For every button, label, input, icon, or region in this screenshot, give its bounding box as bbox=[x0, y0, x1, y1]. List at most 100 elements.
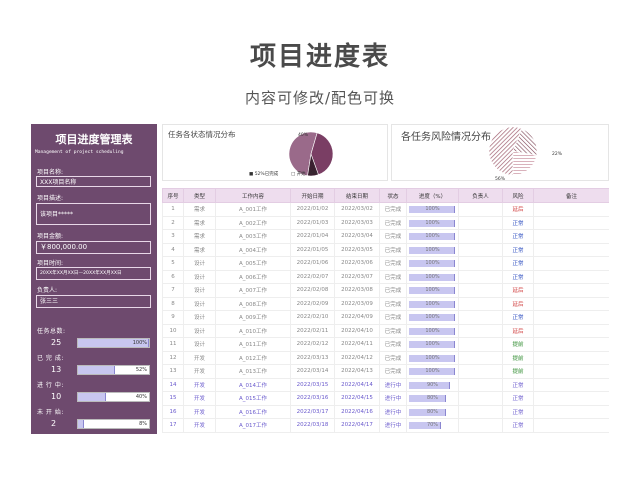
cell-start[interactable]: 2022/02/09 bbox=[290, 296, 335, 311]
table-row[interactable]: 1 需求 A_001工作 2022/01/02 2022/03/02 已完成 100% 延后 bbox=[162, 202, 609, 217]
cell-type[interactable]: 开发 bbox=[183, 350, 216, 365]
cell-type[interactable]: 需求 bbox=[183, 242, 216, 257]
cell-type[interactable]: 开发 bbox=[183, 418, 216, 433]
cell-no[interactable]: 2 bbox=[162, 215, 184, 230]
cell-content[interactable]: A_017工作 bbox=[215, 418, 291, 433]
table-row[interactable]: 9 设计 A_009工作 2022/02/10 2022/04/09 已完成 100% 正常 bbox=[162, 310, 609, 325]
owner-field[interactable]: 张三三 bbox=[36, 295, 151, 308]
cell-end[interactable]: 2022/03/08 bbox=[334, 283, 380, 298]
table-row[interactable]: 6 设计 A_006工作 2022/02/07 2022/03/07 已完成 100% 正常 bbox=[162, 269, 609, 284]
cell-owner[interactable] bbox=[458, 350, 503, 365]
cell-note[interactable] bbox=[533, 391, 609, 406]
cell-note[interactable] bbox=[533, 418, 609, 433]
cell-status[interactable]: 进行中 bbox=[379, 418, 407, 433]
table-row[interactable]: 10 设计 A_010工作 2022/02/11 2022/04/10 已完成 100% 延后 bbox=[162, 323, 609, 338]
cell-no[interactable]: 16 bbox=[162, 404, 184, 419]
cell-progress[interactable]: 100% bbox=[406, 296, 459, 311]
cell-type[interactable]: 开发 bbox=[183, 404, 216, 419]
cell-no[interactable]: 8 bbox=[162, 296, 184, 311]
cell-start[interactable]: 2022/03/15 bbox=[290, 377, 335, 392]
cell-progress[interactable]: 80% bbox=[406, 391, 459, 406]
cell-start[interactable]: 2022/02/08 bbox=[290, 283, 335, 298]
cell-status[interactable]: 已完成 bbox=[379, 242, 407, 257]
table-row[interactable]: 12 开发 A_012工作 2022/03/13 2022/04/12 已完成 100% 提前 bbox=[162, 350, 609, 365]
cell-type[interactable]: 开发 bbox=[183, 364, 216, 379]
cell-note[interactable] bbox=[533, 269, 609, 284]
cell-status[interactable]: 进行中 bbox=[379, 377, 407, 392]
cell-no[interactable]: 11 bbox=[162, 337, 184, 352]
cell-risk[interactable]: 提前 bbox=[502, 337, 534, 352]
cell-progress[interactable]: 90% bbox=[406, 377, 459, 392]
col-header[interactable]: 工作内容 bbox=[215, 188, 291, 203]
cell-owner[interactable] bbox=[458, 296, 503, 311]
table-row[interactable]: 13 开发 A_013工作 2022/03/14 2022/04/13 已完成 100% 提前 bbox=[162, 364, 609, 379]
project-time-field[interactable]: 20XX年XX月XX日—20XX年XX月XX日 bbox=[36, 267, 151, 280]
cell-owner[interactable] bbox=[458, 377, 503, 392]
cell-start[interactable]: 2022/03/14 bbox=[290, 364, 335, 379]
cell-status[interactable]: 已完成 bbox=[379, 256, 407, 271]
cell-note[interactable] bbox=[533, 323, 609, 338]
cell-owner[interactable] bbox=[458, 283, 503, 298]
cell-progress[interactable]: 70% bbox=[406, 418, 459, 433]
cell-status[interactable]: 进行中 bbox=[379, 404, 407, 419]
cell-content[interactable]: A_002工作 bbox=[215, 215, 291, 230]
cell-note[interactable] bbox=[533, 377, 609, 392]
cell-no[interactable]: 14 bbox=[162, 377, 184, 392]
cell-end[interactable]: 2022/03/04 bbox=[334, 229, 380, 244]
col-header[interactable]: 风险 bbox=[502, 188, 534, 203]
cell-risk[interactable]: 延后 bbox=[502, 202, 534, 217]
cell-progress[interactable]: 100% bbox=[406, 337, 459, 352]
cell-end[interactable]: 2022/04/17 bbox=[334, 418, 380, 433]
project-desc-field[interactable]: 该项目***** bbox=[36, 203, 151, 225]
cell-progress[interactable]: 100% bbox=[406, 283, 459, 298]
cell-no[interactable]: 10 bbox=[162, 323, 184, 338]
cell-status[interactable]: 已完成 bbox=[379, 229, 407, 244]
cell-progress[interactable]: 100% bbox=[406, 350, 459, 365]
cell-owner[interactable] bbox=[458, 310, 503, 325]
cell-end[interactable]: 2022/03/02 bbox=[334, 202, 380, 217]
cell-no[interactable]: 12 bbox=[162, 350, 184, 365]
table-row[interactable]: 15 开发 A_015工作 2022/03/16 2022/04/15 进行中 80% 正常 bbox=[162, 391, 609, 406]
cell-content[interactable]: A_007工作 bbox=[215, 283, 291, 298]
cell-risk[interactable]: 正常 bbox=[502, 310, 534, 325]
cell-progress[interactable]: 100% bbox=[406, 269, 459, 284]
cell-end[interactable]: 2022/04/14 bbox=[334, 377, 380, 392]
table-row[interactable]: 16 开发 A_016工作 2022/03/17 2022/04/16 进行中 80% 正常 bbox=[162, 404, 609, 419]
cell-note[interactable] bbox=[533, 310, 609, 325]
cell-progress[interactable]: 80% bbox=[406, 404, 459, 419]
cell-note[interactable] bbox=[533, 256, 609, 271]
project-name-field[interactable]: XXX项目名称 bbox=[36, 176, 151, 187]
cell-owner[interactable] bbox=[458, 229, 503, 244]
cell-start[interactable]: 2022/03/13 bbox=[290, 350, 335, 365]
cell-end[interactable]: 2022/03/05 bbox=[334, 242, 380, 257]
cell-content[interactable]: A_005工作 bbox=[215, 256, 291, 271]
cell-status[interactable]: 已完成 bbox=[379, 310, 407, 325]
cell-end[interactable]: 2022/04/12 bbox=[334, 350, 380, 365]
cell-risk[interactable]: 延后 bbox=[502, 296, 534, 311]
cell-risk[interactable]: 延后 bbox=[502, 283, 534, 298]
cell-start[interactable]: 2022/01/02 bbox=[290, 202, 335, 217]
cell-end[interactable]: 2022/04/15 bbox=[334, 391, 380, 406]
cell-content[interactable]: A_013工作 bbox=[215, 364, 291, 379]
table-row[interactable]: 3 需求 A_003工作 2022/01/04 2022/03/04 已完成 100% 正常 bbox=[162, 229, 609, 244]
cell-status[interactable]: 已完成 bbox=[379, 337, 407, 352]
cell-note[interactable] bbox=[533, 350, 609, 365]
cell-content[interactable]: A_011工作 bbox=[215, 337, 291, 352]
cell-note[interactable] bbox=[533, 296, 609, 311]
cell-type[interactable]: 设计 bbox=[183, 323, 216, 338]
table-row[interactable]: 5 设计 A_005工作 2022/01/06 2022/03/06 已完成 100% 正常 bbox=[162, 256, 609, 271]
cell-owner[interactable] bbox=[458, 242, 503, 257]
cell-no[interactable]: 13 bbox=[162, 364, 184, 379]
cell-note[interactable] bbox=[533, 215, 609, 230]
cell-content[interactable]: A_016工作 bbox=[215, 404, 291, 419]
cell-type[interactable]: 设计 bbox=[183, 256, 216, 271]
risk-chart-panel[interactable]: 各任务风险情况分布 22% 56% bbox=[391, 124, 609, 182]
cell-owner[interactable] bbox=[458, 404, 503, 419]
cell-owner[interactable] bbox=[458, 418, 503, 433]
col-header[interactable]: 进度（%） bbox=[406, 188, 459, 203]
col-header[interactable]: 类型 bbox=[183, 188, 216, 203]
cell-start[interactable]: 2022/03/18 bbox=[290, 418, 335, 433]
cell-no[interactable]: 15 bbox=[162, 391, 184, 406]
col-header[interactable]: 状态 bbox=[379, 188, 407, 203]
cell-risk[interactable]: 正常 bbox=[502, 404, 534, 419]
